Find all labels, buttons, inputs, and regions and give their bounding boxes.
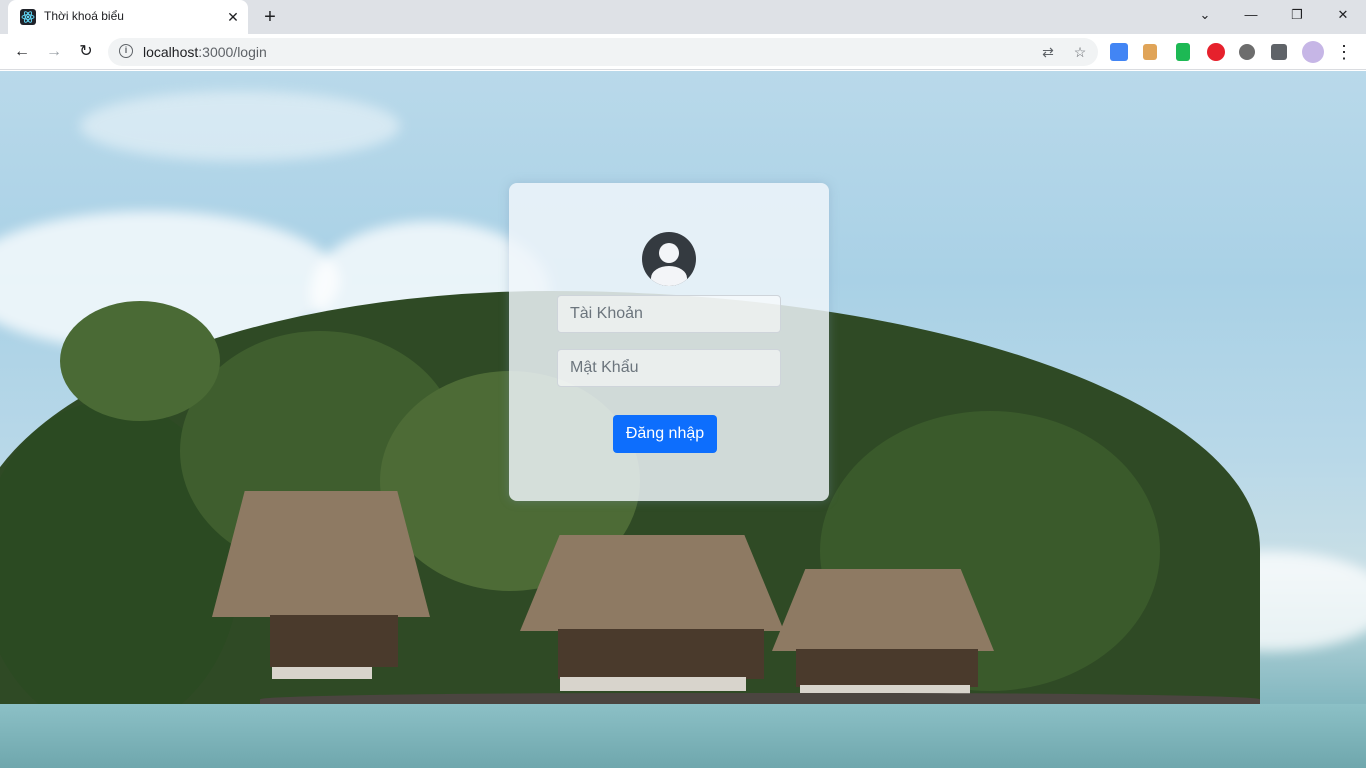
site-info-icon[interactable]: i (119, 44, 133, 58)
bug-ext-icon[interactable] (1239, 44, 1255, 60)
bookmark-star-icon[interactable]: ☆ (1070, 43, 1090, 61)
login-form: Đăng nhập (509, 183, 829, 501)
hut-roof (212, 491, 430, 617)
menu-kebab-icon[interactable]: ⋮ (1332, 41, 1356, 63)
tab-search-dropdown-icon[interactable]: ⌄ (1182, 0, 1228, 30)
forward-button[interactable]: → (42, 41, 66, 63)
login-page-background: Đăng nhập (0, 71, 1366, 768)
hut-deck (560, 677, 746, 691)
user-head-shape (659, 243, 679, 263)
back-button[interactable]: ← (10, 41, 34, 63)
browser-toolbar: ← → ↻ i localhost:3000/login ⇄ ☆ ⋮ (0, 34, 1366, 70)
close-window-button[interactable]: ✕ (1320, 0, 1366, 30)
bookmark-ext-icon[interactable] (1176, 43, 1190, 61)
url-text: localhost:3000/login (143, 44, 267, 60)
reload-button[interactable]: ↻ (74, 41, 98, 63)
hut-body (796, 649, 978, 687)
tab-close-icon[interactable]: ✕ (224, 8, 242, 26)
cloud-shape (80, 91, 400, 161)
hut-roof (520, 535, 784, 631)
translate-icon[interactable]: ⇄ (1038, 43, 1058, 61)
tab-title: Thời khoá biểu (44, 9, 124, 23)
puzzle-ext-icon[interactable] (1271, 44, 1287, 60)
restore-button[interactable]: ❐ (1274, 0, 1320, 30)
address-bar[interactable]: i localhost:3000/login ⇄ ☆ (108, 38, 1098, 66)
user-circle-icon (642, 232, 696, 286)
hut-deck (272, 667, 372, 679)
profile-avatar-icon[interactable] (1302, 41, 1324, 63)
sea-water (0, 704, 1366, 768)
tab-active[interactable]: Thời khoá biểu ✕ (8, 0, 248, 34)
react-icon (20, 9, 36, 25)
username-input[interactable] (557, 295, 781, 333)
user-body-shape (651, 266, 687, 286)
password-input[interactable] (557, 349, 781, 387)
adblock-plus-ext-icon[interactable] (1207, 43, 1225, 61)
new-tab-button[interactable]: + (258, 6, 282, 28)
tab-strip: Thời khoá biểu ✕ + ⌄ — ❐ ✕ (0, 0, 1366, 34)
login-button[interactable]: Đăng nhập (613, 415, 717, 453)
url-path: :3000/login (198, 44, 267, 60)
minimize-button[interactable]: — (1228, 0, 1274, 30)
google-translate-ext-icon[interactable] (1110, 43, 1128, 61)
hut-body (270, 615, 398, 667)
tree-shape (60, 301, 220, 421)
hut-roof (772, 569, 994, 651)
hut-body (558, 629, 764, 679)
url-host: localhost (143, 44, 199, 60)
ruler-ext-icon[interactable] (1143, 44, 1157, 60)
browser-window: Thời khoá biểu ✕ + ⌄ — ❐ ✕ ← → ↻ i local… (0, 0, 1366, 768)
